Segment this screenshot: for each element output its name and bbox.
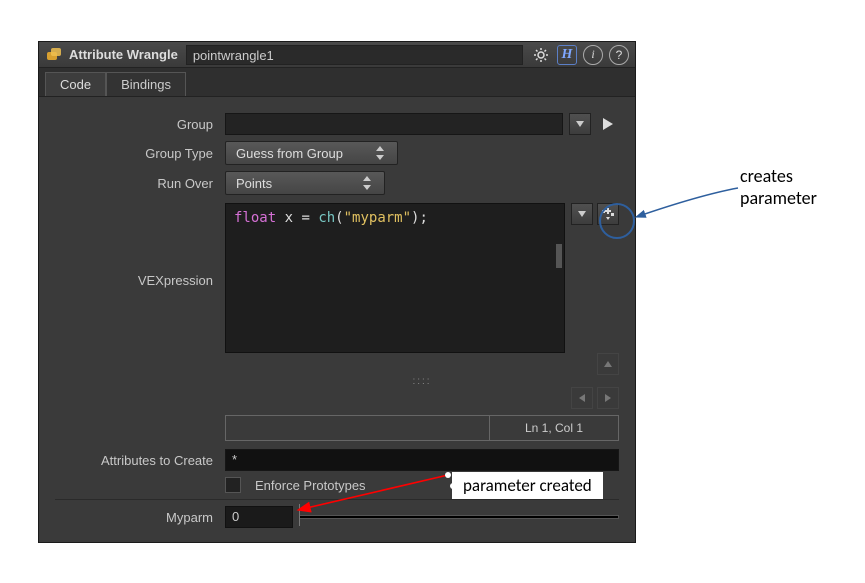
- editor-up-icon[interactable]: [597, 353, 619, 375]
- editor-status-message: [225, 415, 489, 441]
- editor-statusbar: Ln 1, Col 1: [225, 415, 619, 441]
- row-group-type: Group Type Guess from Group: [55, 141, 619, 165]
- editor-resize-handle[interactable]: ::::: [225, 375, 619, 387]
- group-dropdown-button[interactable]: [569, 113, 591, 135]
- group-input[interactable]: [225, 113, 563, 135]
- attrs-to-create-input[interactable]: *: [225, 449, 619, 471]
- group-selector-arrow-icon[interactable]: [597, 113, 619, 135]
- titlebar: Attribute Wrangle pointwrangle1 H i ?: [39, 42, 635, 68]
- group-type-value: Guess from Group: [236, 146, 343, 161]
- editor-nav: [225, 353, 619, 375]
- myparm-value-input[interactable]: 0: [225, 506, 293, 528]
- row-group: Group: [55, 113, 619, 135]
- attrs-to-create-label: Attributes to Create: [55, 453, 225, 468]
- group-type-label: Group Type: [55, 146, 225, 161]
- node-icon: [45, 46, 63, 64]
- row-myparm: Myparm 0: [55, 506, 619, 528]
- tabs: Code Bindings: [39, 68, 635, 97]
- code-string: "myparm": [344, 210, 411, 226]
- editor-cursor-position: Ln 1, Col 1: [489, 415, 619, 441]
- enforce-prototypes-checkbox[interactable]: [225, 477, 241, 493]
- titlebar-actions: H i ?: [531, 45, 629, 65]
- group-label: Group: [55, 117, 225, 132]
- row-run-over: Run Over Points: [55, 171, 619, 195]
- tab-code[interactable]: Code: [45, 72, 106, 96]
- line-anchor-dot: [445, 472, 451, 478]
- vex-code-editor[interactable]: float x = ch("myparm");: [225, 203, 565, 353]
- code-function: ch: [318, 210, 335, 226]
- node-name-input[interactable]: pointwrangle1: [186, 45, 523, 65]
- annotation-circle: [599, 203, 635, 239]
- help-icon[interactable]: ?: [609, 45, 629, 65]
- run-over-label: Run Over: [55, 176, 225, 191]
- code-text: (: [335, 210, 343, 226]
- gear-icon[interactable]: [531, 45, 551, 65]
- myparm-label: Myparm: [55, 510, 225, 525]
- stepper-arrows-icon: [373, 146, 387, 160]
- myparm-slider[interactable]: [299, 506, 619, 528]
- divider: [55, 499, 619, 500]
- code-keyword: float: [234, 210, 276, 226]
- code-text: );: [411, 210, 428, 226]
- editor-prev-icon[interactable]: [571, 387, 593, 409]
- houdini-h-icon[interactable]: H: [557, 45, 577, 65]
- run-over-value: Points: [236, 176, 272, 191]
- vexpression-label: VEXpression: [55, 203, 225, 288]
- node-type-label: Attribute Wrangle: [69, 47, 178, 62]
- slider-track: [299, 515, 619, 519]
- annotation-parameter-created: parameter created: [452, 472, 603, 499]
- parameter-panel: Attribute Wrangle pointwrangle1 H i ? Co…: [38, 41, 636, 543]
- stepper-arrows-icon: [360, 176, 374, 190]
- group-type-select[interactable]: Guess from Group: [225, 141, 398, 165]
- editor-nav-bottom: [225, 387, 619, 409]
- annotation-creates-parameter: creates parameter: [740, 165, 817, 209]
- info-icon[interactable]: i: [583, 45, 603, 65]
- editor-next-icon[interactable]: [597, 387, 619, 409]
- editor-scrollbar[interactable]: [556, 244, 562, 268]
- row-vexpression: VEXpression float x = ch("myparm");: [55, 203, 619, 441]
- row-attributes-to-create: Attributes to Create *: [55, 449, 619, 471]
- code-text: x =: [276, 210, 318, 226]
- vex-presets-dropdown[interactable]: [571, 203, 593, 225]
- slider-tick: [299, 504, 300, 526]
- tab-bindings[interactable]: Bindings: [106, 72, 186, 96]
- run-over-select[interactable]: Points: [225, 171, 385, 195]
- enforce-prototypes-label: Enforce Prototypes: [255, 478, 366, 493]
